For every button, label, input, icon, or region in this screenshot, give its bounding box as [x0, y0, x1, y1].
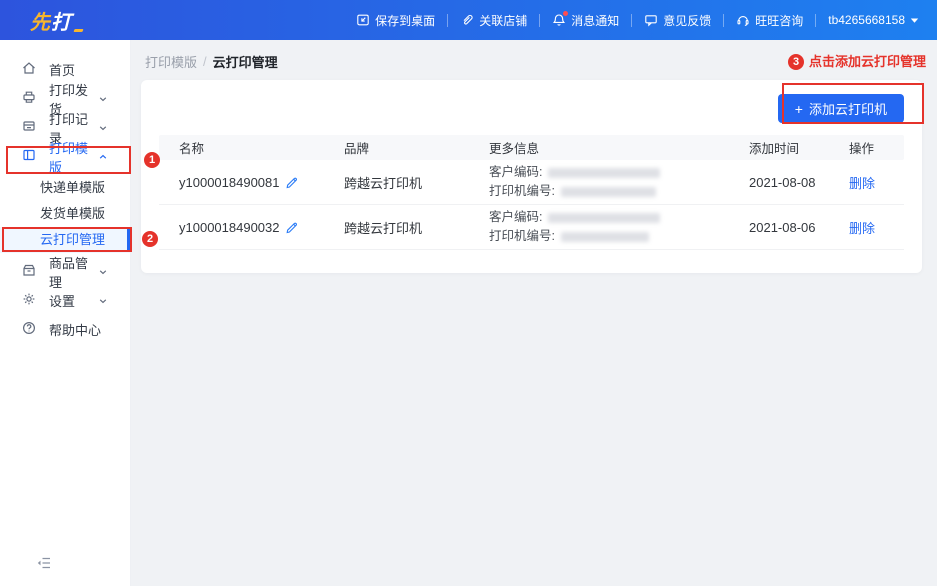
column-header-name: 名称	[159, 138, 344, 157]
sidebar-item-label: 设置	[49, 291, 75, 310]
delete-link[interactable]: 删除	[849, 218, 904, 237]
sidebar-item-label: 帮助中心	[49, 320, 101, 339]
notifications-button[interactable]: 消息通知	[540, 12, 631, 29]
table-row: y1000018490032 跨越云打印机 客户编码: 打印机编号:	[159, 205, 904, 250]
annotation-step-1-badge: 1	[144, 152, 160, 168]
chevron-up-icon	[98, 152, 120, 162]
printer-brand: 跨越云打印机	[344, 173, 489, 192]
annotation-step-3-badge: 3	[788, 54, 804, 70]
edit-icon[interactable]	[285, 220, 299, 234]
link-shop-label: 关联店铺	[479, 12, 527, 29]
topbar: 先 打 保存到桌面 关联店铺	[0, 0, 937, 40]
table-header: 名称 品牌 更多信息 添加时间 操作	[159, 135, 904, 160]
customer-code-label: 客户编码:	[489, 163, 542, 182]
add-cloud-printer-button[interactable]: + 添加云打印机	[778, 94, 904, 123]
logo-text-first: 先	[30, 6, 51, 35]
caret-down-icon	[910, 13, 919, 27]
sidebar-item-help-center[interactable]: 帮助中心	[0, 315, 130, 344]
link-icon	[460, 13, 474, 27]
annotation-step-3-label: 点击添加云打印管理	[809, 54, 926, 70]
logo-text-second: 打	[51, 6, 72, 35]
plus-icon: +	[795, 101, 803, 117]
save-to-desktop-label: 保存到桌面	[375, 12, 435, 29]
app-logo: 先 打	[30, 6, 83, 35]
wangwang-consult-label: 旺旺咨询	[755, 12, 803, 29]
column-header-more-info: 更多信息	[489, 138, 749, 157]
home-icon	[21, 60, 49, 79]
column-header-actions: 操作	[849, 138, 904, 157]
feedback-button[interactable]: 意见反馈	[632, 12, 723, 29]
username: tb4265668158	[828, 13, 905, 27]
redacted-customer-code	[548, 168, 660, 178]
notifications-label: 消息通知	[571, 12, 619, 29]
feedback-icon	[644, 13, 658, 27]
printer-brand: 跨越云打印机	[344, 218, 489, 237]
sidebar-subitem-express-template[interactable]: 快递单模版	[0, 175, 130, 201]
chevron-down-icon	[98, 296, 120, 306]
printer-icon	[21, 89, 49, 108]
save-to-desktop-button[interactable]: 保存到桌面	[344, 12, 447, 29]
unread-badge	[563, 11, 568, 16]
sidebar-item-label: 商品管理	[49, 253, 98, 291]
added-time: 2021-08-08	[749, 175, 849, 190]
table-row: y1000018490081 跨越云打印机 客户编码: 打印机编号:	[159, 160, 904, 205]
sidebar-item-settings[interactable]: 设置	[0, 286, 130, 315]
sidebar-subitem-cloud-print[interactable]: 云打印管理	[0, 227, 130, 253]
main-content: 打印模版 / 云打印管理 + 添加云打印机 名称 品牌 更多信息 添加时间 操作…	[131, 40, 937, 586]
template-icon	[21, 147, 49, 166]
wangwang-consult-button[interactable]: 旺旺咨询	[724, 12, 815, 29]
print-record-icon	[21, 118, 49, 137]
card-toolbar: + 添加云打印机	[159, 94, 904, 123]
breadcrumb: 打印模版 / 云打印管理	[141, 52, 922, 71]
save-desktop-icon	[356, 13, 370, 27]
goods-icon	[21, 262, 49, 281]
headset-icon	[736, 13, 750, 27]
added-time: 2021-08-06	[749, 220, 849, 235]
page-title: 云打印管理	[213, 52, 278, 71]
chevron-down-icon	[98, 123, 120, 133]
sidebar: 首页 打印发货 打印记录	[0, 40, 131, 586]
printer-more-info: 客户编码: 打印机编号:	[489, 163, 749, 201]
logo-dash	[73, 29, 83, 32]
chevron-down-icon	[98, 94, 120, 104]
redacted-customer-code	[548, 213, 660, 223]
breadcrumb-parent[interactable]: 打印模版	[145, 52, 197, 71]
breadcrumb-separator: /	[203, 54, 207, 69]
sidebar-collapse-icon[interactable]	[36, 556, 52, 573]
help-icon	[21, 320, 49, 339]
redacted-printer-code	[561, 232, 649, 242]
user-menu[interactable]: tb4265668158	[816, 13, 919, 27]
printer-code-label: 打印机编号:	[489, 182, 555, 201]
cloud-print-card: + 添加云打印机 名称 品牌 更多信息 添加时间 操作 y10000184900…	[141, 80, 922, 273]
edit-icon[interactable]	[285, 175, 299, 189]
sidebar-item-print-templates[interactable]: 打印模版	[0, 142, 130, 171]
bell-icon	[552, 13, 566, 27]
sidebar-subitem-shipping-template[interactable]: 发货单模版	[0, 201, 130, 227]
sidebar-item-goods[interactable]: 商品管理	[0, 257, 130, 286]
printer-name: y1000018490032	[179, 220, 280, 235]
feedback-label: 意见反馈	[663, 12, 711, 29]
link-shop-button[interactable]: 关联店铺	[448, 12, 539, 29]
sidebar-item-label: 打印模版	[49, 138, 98, 176]
redacted-printer-code	[561, 187, 656, 197]
printer-code-label: 打印机编号:	[489, 227, 555, 246]
sidebar-item-label: 首页	[49, 60, 75, 79]
template-submenu: 快递单模版 发货单模版 云打印管理	[0, 171, 130, 257]
gear-icon	[21, 291, 49, 310]
chevron-down-icon	[98, 267, 120, 277]
add-cloud-printer-label: 添加云打印机	[809, 99, 887, 118]
annotation-step-2-badge: 2	[142, 231, 158, 247]
printer-name: y1000018490081	[179, 175, 280, 190]
column-header-brand: 品牌	[344, 138, 489, 157]
column-header-added-time: 添加时间	[749, 138, 849, 157]
customer-code-label: 客户编码:	[489, 208, 542, 227]
printer-more-info: 客户编码: 打印机编号:	[489, 208, 749, 246]
topbar-nav: 保存到桌面 关联店铺 消息通知	[344, 12, 919, 29]
delete-link[interactable]: 删除	[849, 173, 904, 192]
